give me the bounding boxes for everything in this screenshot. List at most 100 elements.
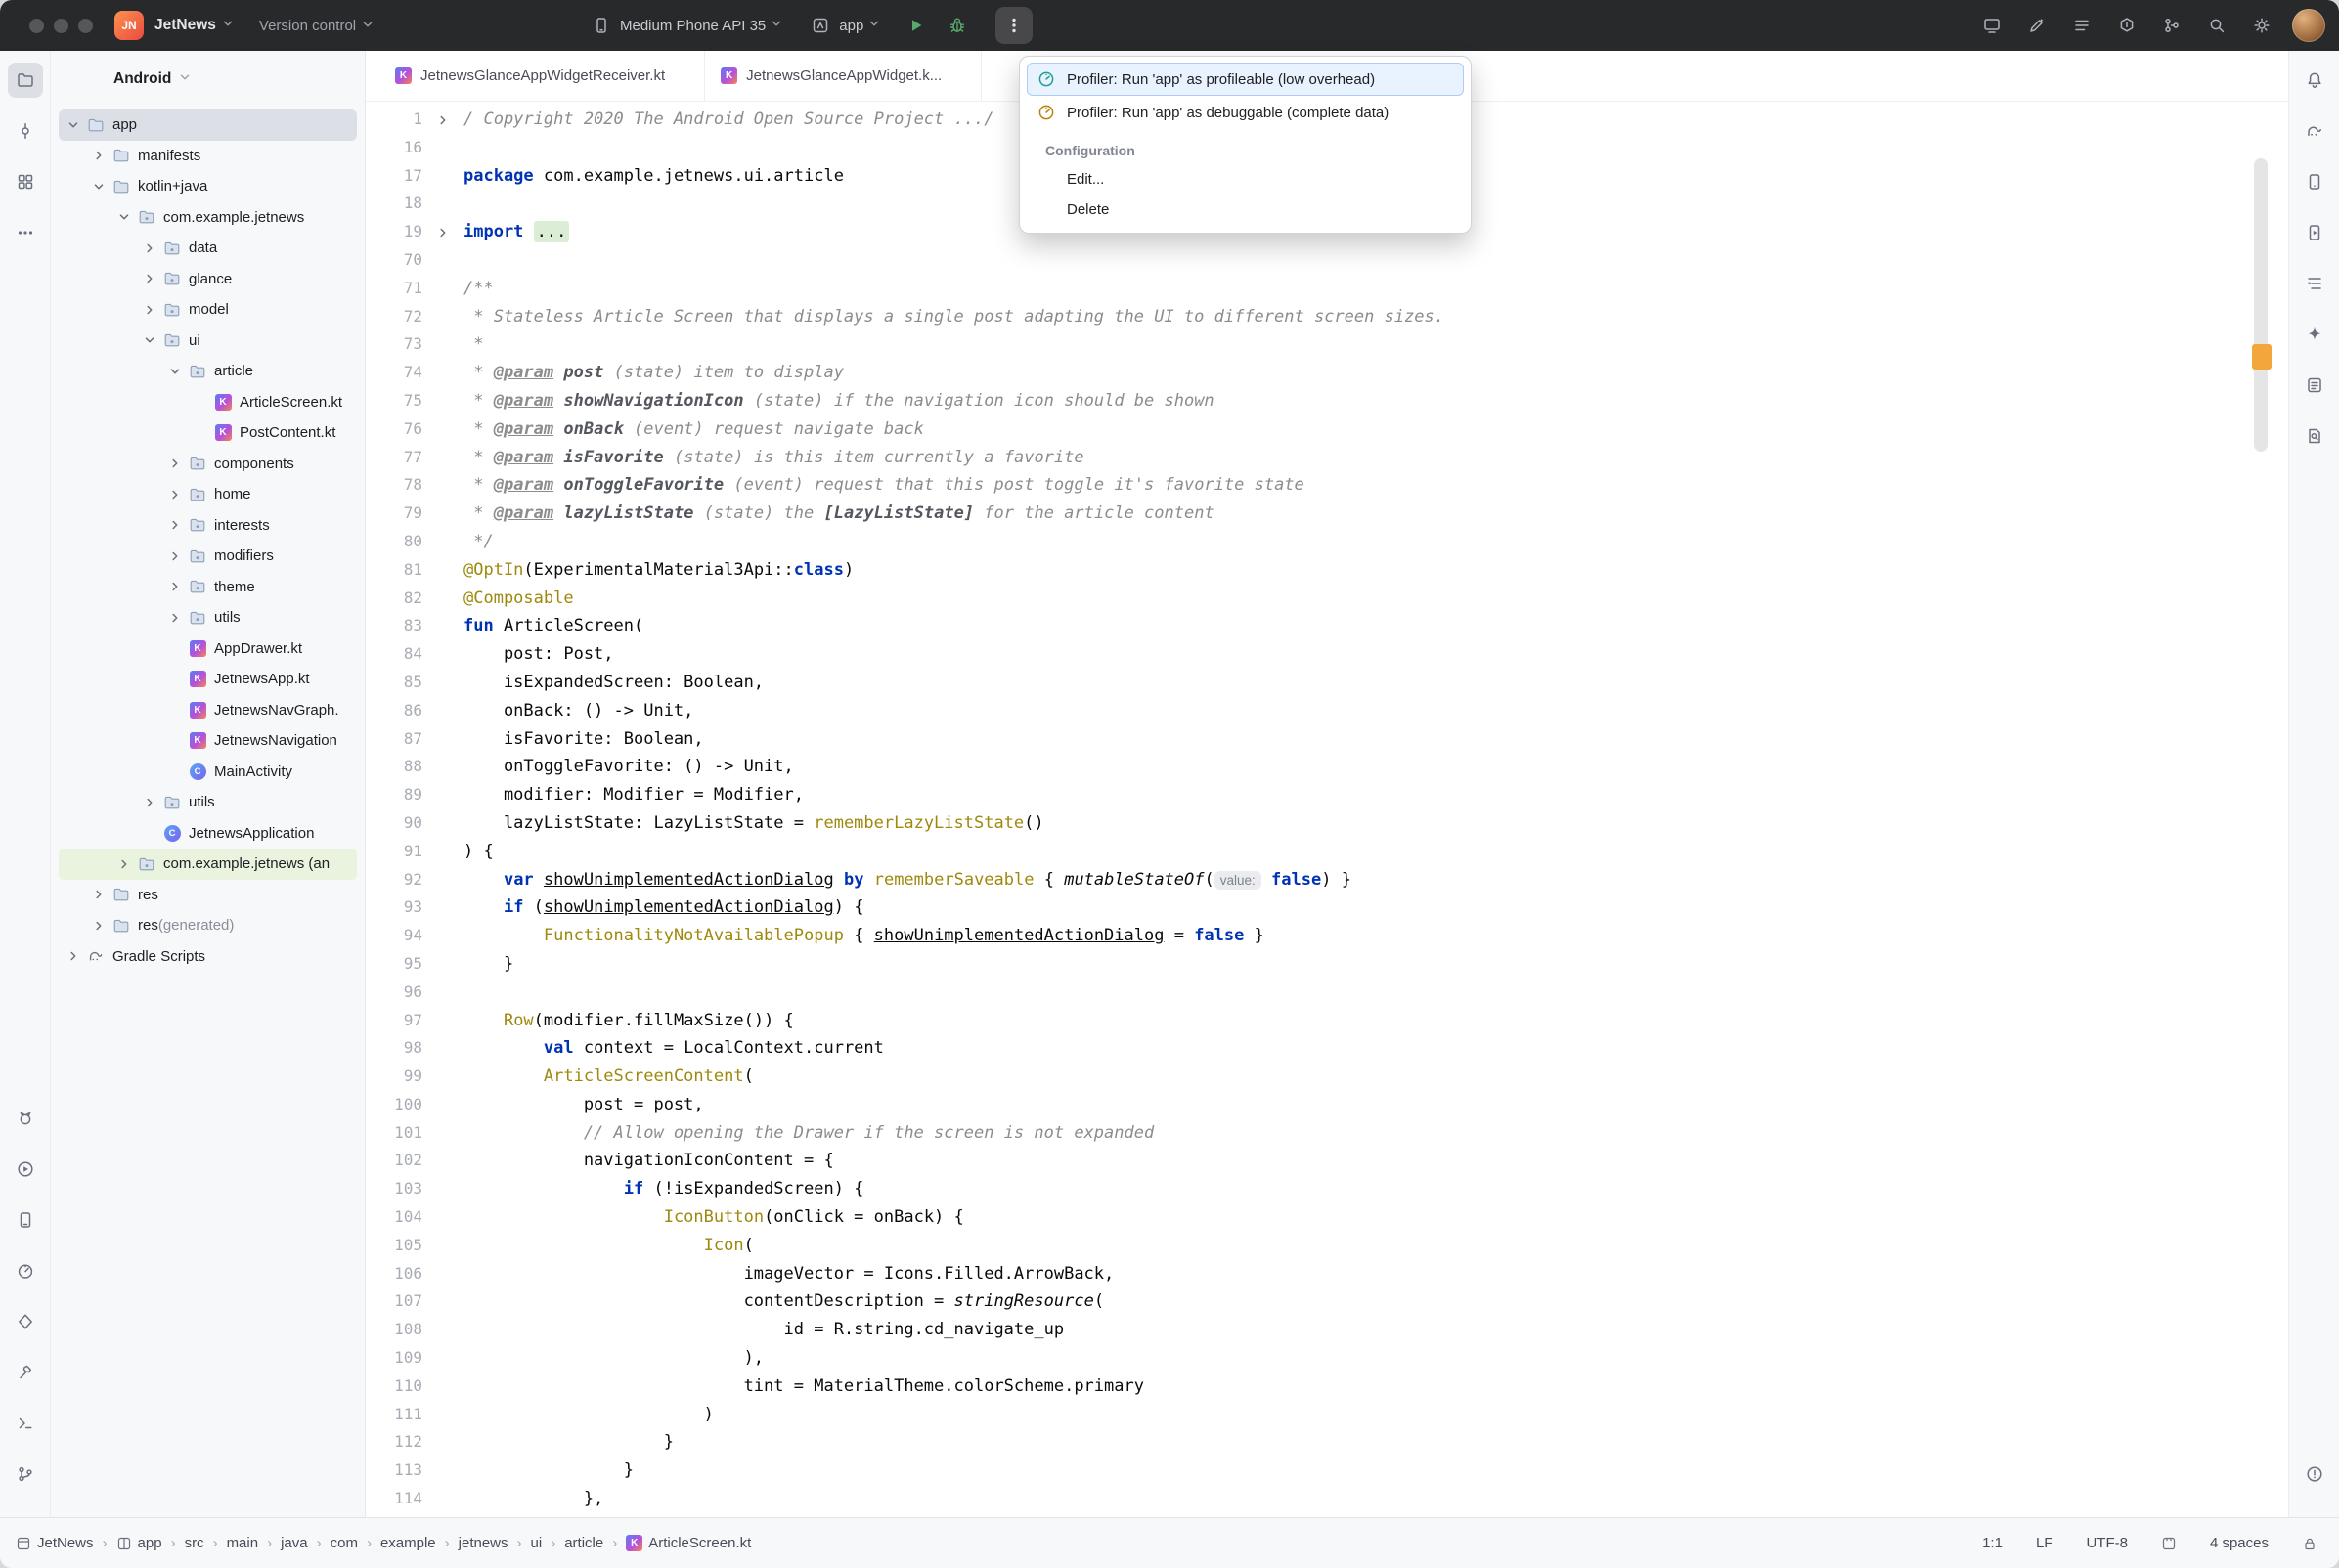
line-number[interactable]: 18 — [366, 190, 422, 218]
code-line-103[interactable]: 103 if (!isExpandedScreen) { — [366, 1175, 2245, 1203]
tree-item-jetnewsapplication[interactable]: CJetnewsApplication — [59, 818, 357, 849]
zoom-window-button[interactable] — [78, 19, 93, 33]
chevron-right-icon[interactable] — [164, 457, 186, 470]
code-line-96[interactable]: 96 — [366, 979, 2245, 1007]
breadcrumb-item-app[interactable]: app — [116, 1535, 162, 1551]
more-icon[interactable] — [8, 215, 43, 250]
caret-position[interactable]: 1:1 — [1982, 1535, 2003, 1551]
chevron-right-icon[interactable] — [139, 241, 160, 255]
breadcrumb-item-com[interactable]: com — [331, 1535, 358, 1551]
run-config-selector[interactable]: app — [839, 18, 863, 34]
scrollbar-thumb[interactable] — [2254, 158, 2268, 452]
running-devices-icon[interactable] — [2297, 215, 2332, 250]
breadcrumb-item-jetnews[interactable]: jetnews — [459, 1535, 508, 1551]
line-number[interactable]: 107 — [366, 1287, 422, 1316]
code-line-86[interactable]: 86 onBack: () -> Unit, — [366, 697, 2245, 725]
chevron-down-icon[interactable] — [113, 210, 135, 224]
line-number[interactable]: 74 — [366, 359, 422, 387]
code-line-83[interactable]: 83fun ArticleScreen( — [366, 612, 2245, 640]
line-number[interactable]: 94 — [366, 922, 422, 950]
code-line-78[interactable]: 78 * @param onToggleFavorite (event) req… — [366, 471, 2245, 500]
code-line-98[interactable]: 98 val context = LocalContext.current — [366, 1034, 2245, 1063]
device-mirror-icon[interactable] — [1977, 11, 2007, 40]
editor-scrollbar[interactable] — [2245, 102, 2288, 1517]
device-manager-icon[interactable] — [8, 1202, 43, 1238]
code-line-80[interactable]: 80 */ — [366, 528, 2245, 556]
project-view-selector[interactable]: Android — [113, 63, 191, 96]
tree-item-articlescreen-kt[interactable]: KArticleScreen.kt — [59, 387, 357, 418]
line-number[interactable]: 90 — [366, 809, 422, 838]
gemini-icon[interactable] — [2297, 317, 2332, 352]
line-number[interactable]: 84 — [366, 640, 422, 669]
vcs-widget[interactable]: Version control — [259, 18, 374, 34]
more-run-options-button[interactable] — [995, 7, 1033, 44]
code-line-91[interactable]: 91) { — [366, 838, 2245, 866]
code-line-92[interactable]: 92 var showUnimplementedActionDialog by … — [366, 866, 2245, 894]
line-number[interactable]: 83 — [366, 612, 422, 640]
line-number[interactable]: 96 — [366, 979, 422, 1007]
tree-item-app[interactable]: app — [59, 109, 357, 141]
chevron-right-icon[interactable] — [139, 303, 160, 317]
code-line-82[interactable]: 82@Composable — [366, 585, 2245, 613]
code-line-113[interactable]: 113 } — [366, 1457, 2245, 1485]
line-number[interactable]: 1 — [366, 106, 422, 134]
breadcrumb-item-ui[interactable]: ui — [531, 1535, 543, 1551]
tree-item-mainactivity[interactable]: CMainActivity — [59, 757, 357, 788]
line-number[interactable]: 86 — [366, 697, 422, 725]
notifications-icon[interactable] — [2297, 63, 2332, 98]
tree-item-utils[interactable]: utils — [59, 602, 357, 633]
device-manager-phone-icon[interactable] — [2297, 164, 2332, 199]
tree-item-jetnewsapp-kt[interactable]: KJetnewsApp.kt — [59, 664, 357, 695]
code-line-81[interactable]: 81@OptIn(ExperimentalMaterial3Api::class… — [366, 556, 2245, 585]
code-line-97[interactable]: 97 Row(modifier.fillMaxSize()) { — [366, 1007, 2245, 1035]
user-avatar[interactable] — [2292, 9, 2325, 42]
device-selector[interactable]: Medium Phone API 35 — [620, 18, 766, 34]
code-line-105[interactable]: 105 Icon( — [366, 1232, 2245, 1260]
chevron-right-icon[interactable] — [88, 149, 110, 162]
build-analyzer-icon[interactable] — [2112, 11, 2141, 40]
code-line-76[interactable]: 76 * @param onBack (event) request navig… — [366, 415, 2245, 444]
app-insights-icon[interactable] — [8, 1304, 43, 1339]
code-line-70[interactable]: 70 — [366, 246, 2245, 275]
line-number[interactable]: 70 — [366, 246, 422, 275]
line-number[interactable]: 97 — [366, 1007, 422, 1035]
tree-item-utils[interactable]: utils — [59, 787, 357, 818]
breadcrumb-item-article[interactable]: article — [564, 1535, 603, 1551]
tree-item-components[interactable]: components — [59, 449, 357, 480]
tree-item-appdrawer-kt[interactable]: KAppDrawer.kt — [59, 633, 357, 665]
tree-item-modifiers[interactable]: modifiers — [59, 541, 357, 572]
run-icon[interactable] — [8, 1152, 43, 1187]
breadcrumb-item-src[interactable]: src — [185, 1535, 204, 1551]
line-number[interactable]: 78 — [366, 471, 422, 500]
code-line-104[interactable]: 104 IconButton(onClick = onBack) { — [366, 1203, 2245, 1232]
breadcrumb-item-java[interactable]: java — [281, 1535, 308, 1551]
popup-action-delete[interactable]: Delete — [1020, 195, 1471, 225]
line-number[interactable]: 101 — [366, 1119, 422, 1148]
code-line-110[interactable]: 110 tint = MaterialTheme.colorScheme.pri… — [366, 1372, 2245, 1401]
tree-item-gradle-scripts[interactable]: Gradle Scripts — [59, 941, 357, 973]
code-line-109[interactable]: 109 ), — [366, 1344, 2245, 1372]
line-number[interactable]: 105 — [366, 1232, 422, 1260]
code-line-114[interactable]: 114 }, — [366, 1485, 2245, 1513]
code-line-72[interactable]: 72 * Stateless Article Screen that displ… — [366, 303, 2245, 331]
close-window-button[interactable] — [29, 19, 44, 33]
tree-item-res[interactable]: res — [59, 880, 357, 911]
tree-item-manifests[interactable]: manifests — [59, 141, 357, 172]
tree-item-interests[interactable]: interests — [59, 510, 357, 542]
assistant-icon[interactable] — [2297, 368, 2332, 403]
popup-item-1[interactable]: Profiler: Run 'app' as profileable (low … — [1027, 63, 1464, 96]
fold-chevron-icon[interactable] — [422, 218, 463, 246]
line-number[interactable]: 92 — [366, 866, 422, 894]
tree-item-com-example-jetnews-an[interactable]: com.example.jetnews (an — [59, 849, 357, 880]
line-number[interactable]: 104 — [366, 1203, 422, 1232]
gradle-icon[interactable] — [2297, 113, 2332, 149]
line-number[interactable]: 81 — [366, 556, 422, 585]
line-number[interactable]: 114 — [366, 1485, 422, 1513]
line-number[interactable]: 111 — [366, 1401, 422, 1429]
line-number[interactable]: 100 — [366, 1091, 422, 1119]
tree-item-res[interactable]: res (generated) — [59, 910, 357, 941]
settings-gear-icon[interactable] — [2247, 11, 2276, 40]
code-line-112[interactable]: 112 } — [366, 1428, 2245, 1457]
code-line-107[interactable]: 107 contentDescription = stringResource( — [366, 1287, 2245, 1316]
code-line-106[interactable]: 106 imageVector = Icons.Filled.ArrowBack… — [366, 1260, 2245, 1288]
